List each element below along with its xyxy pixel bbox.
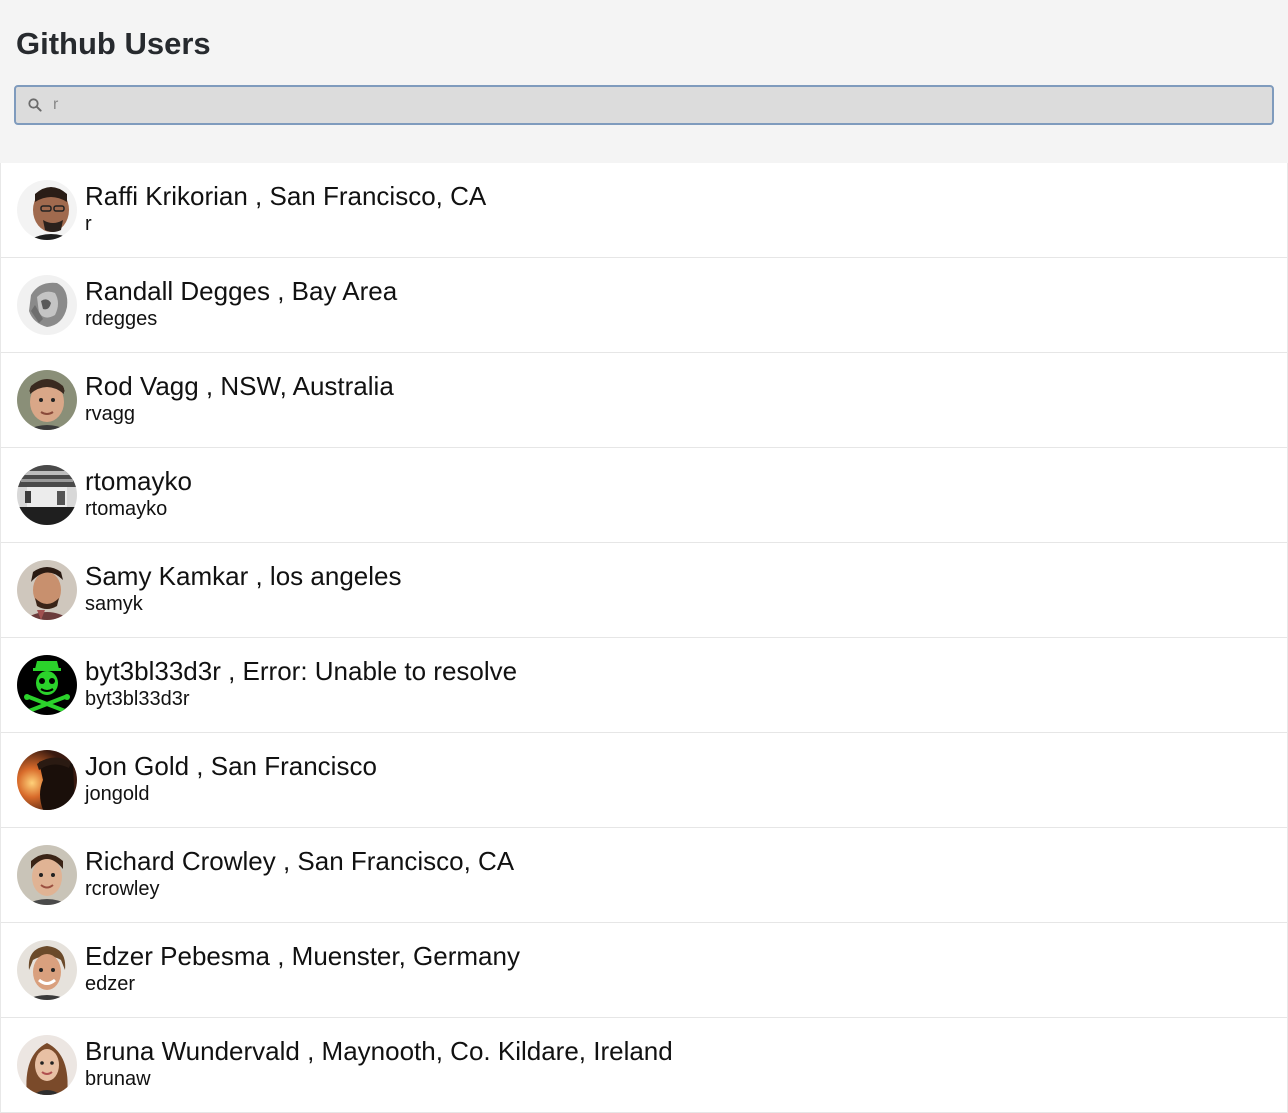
user-name-location: Richard Crowley , San Francisco, CA	[85, 846, 515, 876]
list-item[interactable]: Samy Kamkar , los angeles samyk	[1, 543, 1287, 638]
user-login: brunaw	[85, 1068, 151, 1090]
list-item[interactable]: Raffi Krikorian , San Francisco, CA r	[1, 163, 1287, 258]
avatar	[17, 275, 77, 335]
list-item[interactable]: Bruna Wundervald , Maynooth, Co. Kildare…	[1, 1018, 1287, 1113]
list-item[interactable]: Rod Vagg , NSW, Australia rvagg	[1, 353, 1287, 448]
list-item[interactable]: rtomayko rtomayko	[1, 448, 1287, 543]
user-login: rvagg	[85, 403, 136, 425]
avatar	[17, 1035, 77, 1095]
search-icon	[27, 97, 43, 113]
page-title: Github Users	[16, 26, 211, 61]
avatar	[17, 370, 77, 430]
user-name-location: Bruna Wundervald , Maynooth, Co. Kildare…	[85, 1036, 673, 1066]
user-list: Raffi Krikorian , San Francisco, CA r Ra…	[0, 163, 1288, 1113]
user-login: byt3bl33d3r	[85, 688, 190, 710]
user-login: rtomayko	[85, 498, 168, 520]
list-item[interactable]: byt3bl33d3r , Error: Unable to resolve b…	[1, 638, 1287, 733]
header: Github Users	[0, 0, 1288, 163]
search-bar[interactable]	[14, 85, 1274, 125]
user-login: rcrowley	[85, 878, 160, 900]
list-item[interactable]: Edzer Pebesma , Muenster, Germany edzer	[1, 923, 1287, 1018]
avatar	[17, 465, 77, 525]
avatar	[17, 655, 77, 715]
user-name-location: byt3bl33d3r , Error: Unable to resolve	[85, 656, 518, 686]
user-name-location: Edzer Pebesma , Muenster, Germany	[85, 941, 520, 971]
user-name-location: Randall Degges , Bay Area	[85, 276, 398, 306]
search-input[interactable]	[53, 87, 1272, 123]
list-item[interactable]: Jon Gold , San Francisco jongold	[1, 733, 1287, 828]
user-login: r	[85, 213, 92, 235]
user-name-location: Jon Gold , San Francisco	[85, 751, 377, 781]
user-name-location: Raffi Krikorian , San Francisco, CA	[85, 181, 487, 211]
avatar	[17, 940, 77, 1000]
user-name-location: Samy Kamkar , los angeles	[85, 561, 402, 591]
user-login: edzer	[85, 973, 136, 995]
user-name-location: Rod Vagg , NSW, Australia	[85, 371, 394, 401]
avatar	[17, 750, 77, 810]
avatar	[17, 180, 77, 240]
avatar	[17, 560, 77, 620]
user-login: rdegges	[85, 308, 158, 330]
list-item[interactable]: Richard Crowley , San Francisco, CA rcro…	[1, 828, 1287, 923]
user-login: samyk	[85, 593, 143, 615]
avatar	[17, 845, 77, 905]
list-item[interactable]: Randall Degges , Bay Area rdegges	[1, 258, 1287, 353]
user-name-location: rtomayko	[85, 466, 192, 496]
user-login: jongold	[85, 783, 150, 805]
